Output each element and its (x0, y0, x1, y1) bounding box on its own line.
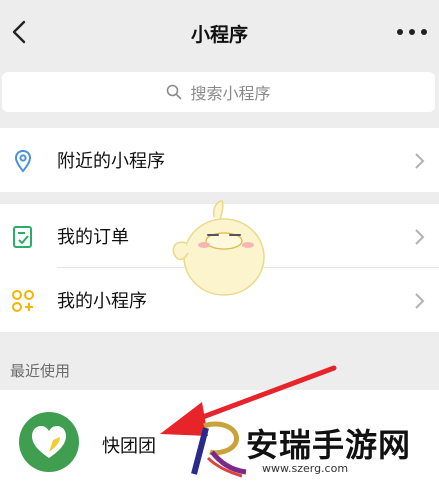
menu-item-label: 我的小程序 (57, 291, 147, 312)
location-pin-icon (14, 149, 32, 173)
menu-item-label: 我的订单 (57, 227, 129, 248)
menu-item-nearby[interactable]: 附近的小程序 (0, 128, 439, 192)
chevron-right-icon (415, 293, 425, 309)
chevron-right-icon (415, 229, 425, 245)
search-input[interactable]: 搜索小程序 (2, 72, 435, 112)
watermark-logo (191, 421, 247, 478)
watermark-url: www.szerg.com (262, 462, 349, 475)
mini-program-icon (12, 290, 34, 312)
chevron-right-icon (415, 153, 425, 169)
search-icon (167, 84, 182, 100)
menu-item-label: 附近的小程序 (57, 151, 165, 172)
section-title-recent: 最近使用 (10, 362, 71, 380)
navigation-bar: 小程序 (0, 0, 439, 64)
mascot-sticker (172, 200, 265, 296)
search-placeholder: 搜索小程序 (190, 84, 271, 103)
order-list-icon (13, 226, 32, 248)
page-title: 小程序 (190, 24, 248, 46)
app-name[interactable]: 快团团 (102, 432, 156, 458)
heart-icon (32, 426, 66, 458)
watermark-text: 安瑞手游网 (246, 426, 412, 464)
kuaituantuan-app-icon[interactable] (19, 412, 79, 472)
more-dots-icon[interactable] (397, 20, 427, 44)
